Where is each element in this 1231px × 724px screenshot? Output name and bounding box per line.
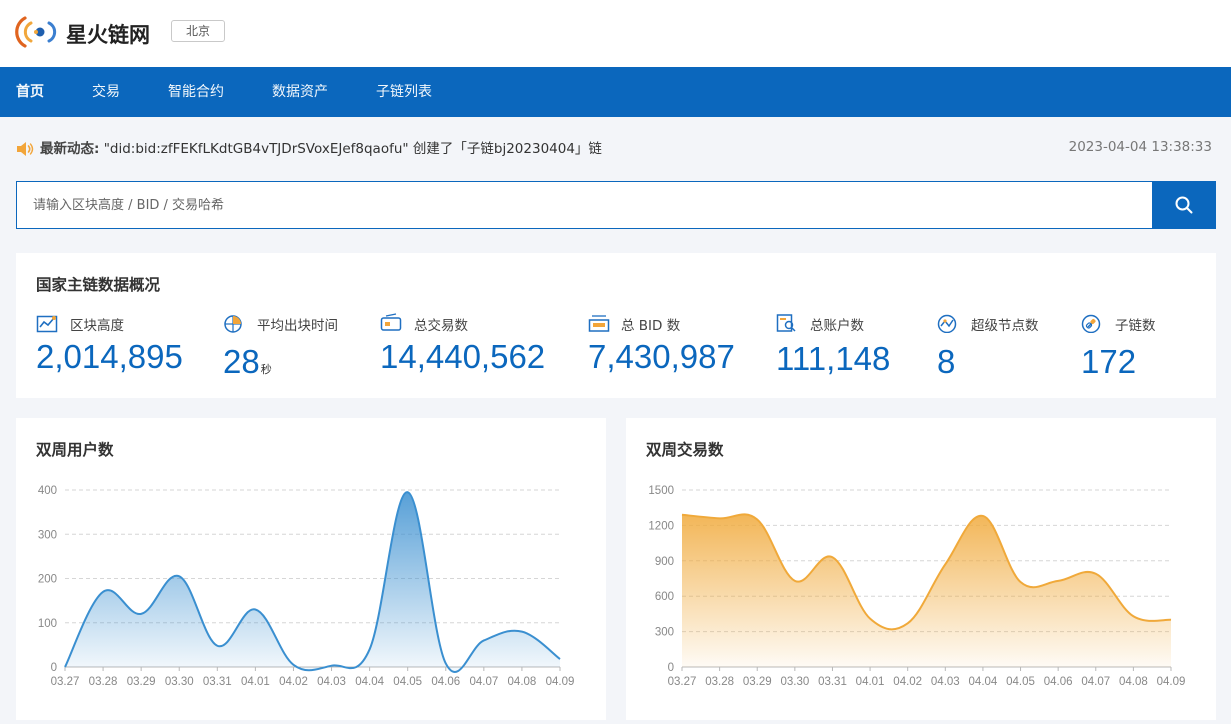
node-icon: [937, 314, 957, 333]
chart-trend-icon: [36, 315, 58, 333]
nav-item-smart-contracts[interactable]: 智能合约: [168, 67, 224, 117]
users-chart-card: 双周用户数 0 100 200 300 400 03.27 03.28 03.29 03.30 0…: [16, 418, 606, 720]
current-time: 2023-04-04 13:38:33: [1068, 139, 1212, 155]
series-area: [65, 492, 560, 672]
news-ticker: 最新动态: "did:bid:zfFEKfLKdtGB4vTJDrSVoxEJe…: [16, 137, 602, 157]
y-tick-label: 1500: [648, 485, 674, 497]
series-area: [682, 514, 1171, 667]
y-tick-label: 200: [38, 574, 57, 586]
news-text[interactable]: "did:bid:zfFEKfLKdtGB4vTJDrSVoxEJef8qaof…: [104, 141, 602, 157]
x-tick-label: 03.27: [668, 676, 697, 688]
x-tick-label: 03.27: [51, 676, 80, 688]
x-tick-label: 03.31: [818, 676, 847, 688]
x-tick-label: 04.02: [893, 676, 922, 688]
stat-number: 28: [223, 343, 260, 380]
y-tick-label: 0: [668, 662, 674, 674]
x-tick-label: 04.07: [1081, 676, 1110, 688]
news-label: 最新动态:: [40, 141, 100, 157]
stat-label: 超级节点数: [971, 318, 1039, 334]
y-tick-label: 300: [655, 627, 674, 639]
x-tick-label: 04.01: [241, 676, 270, 688]
y-tick-label: 0: [51, 662, 57, 674]
y-tick-label: 400: [38, 485, 57, 497]
x-tick-label: 04.04: [969, 676, 998, 688]
stat-label: 总账户数: [810, 318, 864, 334]
x-tick-label: 04.06: [1044, 676, 1073, 688]
stat-label: 平均出块时间: [257, 318, 338, 334]
header: 星火链网 北京: [0, 0, 1231, 67]
account-search-icon: [776, 314, 796, 332]
x-tick-label: 04.08: [1119, 676, 1148, 688]
y-tick-label: 900: [655, 556, 674, 568]
x-tick-label: 04.05: [1006, 676, 1035, 688]
stat-value: 111,148: [776, 340, 891, 377]
nav-item-subchain-list[interactable]: 子链列表: [376, 67, 432, 117]
stat-value: 8: [937, 343, 956, 380]
x-tick-label: 03.31: [203, 676, 232, 688]
stat-label: 总 BID 数: [621, 318, 681, 334]
search-icon: [1175, 196, 1193, 214]
search-button[interactable]: [1152, 181, 1216, 229]
x-tick-label: 04.09: [1157, 676, 1186, 688]
nav-item-transactions[interactable]: 交易: [92, 67, 120, 117]
users-area-chart: 0 100 200 300 400 03.27 03.28 03.29 03.30 03.31 04…: [38, 485, 575, 688]
y-tick-label: 600: [655, 591, 674, 603]
ticket-icon: [380, 313, 402, 331]
y-tick-label: 1200: [648, 520, 674, 532]
clock-icon: [224, 315, 242, 333]
x-tick-label: 04.03: [931, 676, 960, 688]
search-bar: [16, 181, 1216, 229]
stat-label: 子链数: [1115, 318, 1156, 334]
brand-name[interactable]: 星火链网: [66, 19, 150, 49]
x-tick-label: 03.29: [127, 676, 156, 688]
stat-value: 14,440,562: [380, 338, 546, 375]
stat-value: 172: [1081, 343, 1137, 380]
y-tick-label: 300: [38, 529, 57, 541]
nav-item-home[interactable]: 首页: [16, 67, 44, 117]
x-tick-label: 03.28: [89, 676, 118, 688]
speaker-icon: [17, 142, 34, 156]
search-input[interactable]: [17, 182, 1153, 228]
stat-label: 区块高度: [70, 318, 124, 334]
stat-value: 2,014,895: [36, 338, 183, 375]
x-tick-label: 04.04: [355, 676, 384, 688]
x-tick-label: 03.30: [165, 676, 194, 688]
brand-logo[interactable]: [15, 14, 63, 50]
main-nav: 首页 交易 智能合约 数据资产 子链列表: [0, 67, 1231, 117]
transactions-area-chart: 0 300 600 900 1200 1500 03.27 03.28 03.29 03.30 03…: [648, 485, 1186, 688]
x-tick-label: 04.06: [431, 676, 460, 688]
x-tick-label: 04.03: [317, 676, 346, 688]
y-tick-label: 100: [38, 618, 57, 630]
link-icon: [1081, 314, 1101, 333]
stat-unit: 秒: [260, 363, 272, 376]
x-tick-label: 03.29: [743, 676, 772, 688]
transactions-chart-card: 双周交易数 0 300 600 900 1200 1500 03.27 03.28 03.29 0…: [626, 418, 1216, 720]
x-tick-label: 03.30: [780, 676, 809, 688]
chain-overview-panel: 国家主链数据概况 区块高度 2,014,895 平均出块时间 28秒 总交易数 …: [16, 253, 1216, 398]
stat-value: 7,430,987: [588, 338, 735, 375]
overview-title: 国家主链数据概况: [36, 276, 161, 294]
x-tick-label: 04.05: [393, 676, 422, 688]
city-selector[interactable]: 北京: [171, 20, 225, 42]
stat-value: 28秒: [223, 343, 272, 381]
x-tick-label: 03.28: [705, 676, 734, 688]
x-tick-label: 04.08: [508, 676, 537, 688]
x-tick-label: 04.01: [856, 676, 885, 688]
nav-item-data-assets[interactable]: 数据资产: [272, 67, 328, 117]
x-tick-label: 04.07: [469, 676, 498, 688]
stat-label: 总交易数: [414, 318, 468, 334]
x-tick-label: 04.09: [546, 676, 575, 688]
x-tick-label: 04.02: [279, 676, 308, 688]
id-card-icon: [588, 315, 610, 332]
